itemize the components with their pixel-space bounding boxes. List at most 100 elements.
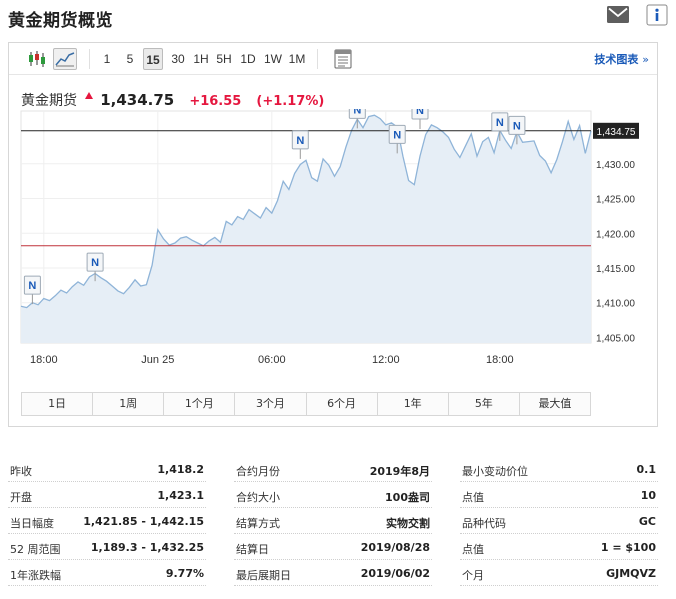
page-header: 黄金期货概览	[8, 4, 668, 31]
period-1d[interactable]: 1D	[238, 48, 258, 70]
stat-label: 合约大小	[236, 491, 280, 504]
y-tick-label: 1,410.00	[596, 299, 635, 310]
candlestick-icon[interactable]	[25, 48, 49, 70]
table-view-icon[interactable]	[331, 48, 355, 70]
stat-row: 合约大小 100盎司	[234, 482, 432, 508]
x-tick-label: 12:00	[372, 354, 400, 366]
stat-label: 点值	[462, 543, 484, 556]
range-6m[interactable]: 6个月	[306, 393, 378, 415]
period-1w[interactable]: 1W	[262, 48, 284, 70]
info-icon[interactable]	[646, 4, 668, 26]
stat-label: 昨收	[10, 465, 32, 478]
stat-value: 2019/08/28	[360, 541, 430, 554]
chart-panel: 1 5 15 30 1H 5H 1D 1W 1M 技术图表 » 黄金期货 1,4…	[8, 42, 658, 427]
stat-row: 当日幅度 1,421.85 - 1,442.15	[8, 508, 206, 534]
news-marker-label: N	[28, 280, 36, 292]
stat-row: 52 周范围 1,189.3 - 1,432.25	[8, 534, 206, 560]
range-3m[interactable]: 3个月	[235, 393, 307, 415]
stat-value: GJMQVZ	[606, 567, 656, 580]
stat-value: 实物交割	[386, 517, 430, 530]
period-1[interactable]: 1	[99, 48, 115, 70]
stat-row: 点值 10	[460, 482, 658, 508]
stat-row: 最后展期日 2019/06/02	[234, 560, 432, 586]
email-icon[interactable]	[606, 4, 630, 26]
y-tick-label: 1,430.00	[596, 160, 635, 171]
y-tick-label: 1,405.00	[596, 333, 635, 344]
range-max[interactable]: 最大值	[519, 393, 590, 415]
stat-label: 品种代码	[462, 517, 506, 530]
stat-label: 点值	[462, 491, 484, 504]
stat-value: 1,423.1	[157, 489, 204, 502]
price-change-percent: (+1.17%)	[256, 94, 325, 109]
news-marker-label: N	[296, 135, 304, 147]
stat-value: 100盎司	[385, 491, 430, 504]
price-chart[interactable]: 18:00 Jun 25 06:00 12:00 18:00 1,430.00 1,425.…	[9, 109, 657, 385]
range-1y[interactable]: 1年	[377, 393, 449, 415]
stat-row: 最小变动价位 0.1	[460, 456, 658, 482]
stat-label: 结算方式	[236, 517, 280, 530]
stat-label: 最小变动价位	[462, 465, 528, 478]
stat-value: GC	[638, 515, 656, 528]
quote-bar: 黄金期货 1,434.75 +16.55 (+1.17%)	[21, 85, 334, 109]
news-marker-label: N	[91, 257, 99, 269]
stat-value: 9.77%	[165, 567, 204, 580]
stat-value: 2019/06/02	[360, 567, 430, 580]
stat-row: 个月 GJMQVZ	[460, 560, 658, 586]
period-5h[interactable]: 5H	[214, 48, 234, 70]
stat-row: 点值 1 = $100	[460, 534, 658, 560]
stat-label: 个月	[462, 569, 484, 582]
period-1m[interactable]: 1M	[286, 48, 308, 70]
stat-label: 当日幅度	[10, 517, 54, 530]
technical-chart-link[interactable]: 技术图表 »	[594, 51, 649, 67]
current-price-tag-label: 1,434.75	[597, 127, 636, 138]
y-tick-label: 1,415.00	[596, 264, 635, 275]
stat-row: 开盘 1,423.1	[8, 482, 206, 508]
stat-label: 合约月份	[236, 465, 280, 478]
period-30[interactable]: 30	[167, 48, 189, 70]
x-tick-label: 18:00	[486, 354, 514, 366]
last-price: 1,434.75	[100, 91, 175, 109]
news-marker-label: N	[513, 120, 521, 132]
stat-row: 结算日 2019/08/28	[234, 534, 432, 560]
stat-row: 品种代码 GC	[460, 508, 658, 534]
y-tick-label: 1,425.00	[596, 195, 635, 206]
range-1w[interactable]: 1周	[93, 393, 165, 415]
range-5y[interactable]: 5年	[448, 393, 520, 415]
stats-column-3: 最小变动价位 0.1 点值 10 品种代码 GC 点值 1 = $100 个月 GJMQV…	[460, 456, 658, 586]
page-title: 黄金期货概览	[8, 11, 113, 31]
toolbar-divider	[317, 49, 318, 69]
chart-toolbar: 1 5 15 30 1H 5H 1D 1W 1M 技术图表 »	[9, 43, 657, 75]
stat-label: 开盘	[10, 491, 32, 504]
news-marker-label: N	[496, 117, 504, 129]
stat-value: 0.1	[636, 463, 657, 476]
stat-row: 1年涨跌幅 9.77%	[8, 560, 206, 586]
period-1h[interactable]: 1H	[191, 48, 211, 70]
x-tick-label: 18:00	[30, 354, 58, 366]
technical-chart-label: 技术图表	[594, 53, 639, 66]
stat-label: 1年涨跌幅	[10, 569, 61, 582]
x-tick-label: 06:00	[258, 354, 286, 366]
stat-label: 结算日	[236, 543, 269, 556]
stat-row: 昨收 1,418.2	[8, 456, 206, 482]
range-1d[interactable]: 1日	[22, 393, 94, 415]
stat-row: 合约月份 2019年8月	[234, 456, 432, 482]
stat-label: 最后展期日	[236, 569, 291, 582]
period-15[interactable]: 15	[143, 48, 163, 70]
range-1m[interactable]: 1个月	[164, 393, 236, 415]
stats-column-2: 合约月份 2019年8月 合约大小 100盎司 结算方式 实物交割 结算日 2019/0…	[234, 456, 432, 586]
news-marker-label: N	[393, 129, 401, 141]
period-5[interactable]: 5	[122, 48, 138, 70]
stat-label: 52 周范围	[10, 543, 61, 556]
stat-row: 结算方式 实物交割	[234, 508, 432, 534]
stat-value: 1,189.3 - 1,432.25	[90, 541, 204, 554]
up-arrow-icon	[85, 85, 94, 104]
stat-value: 2019年8月	[369, 465, 430, 478]
stats-column-1: 昨收 1,418.2 开盘 1,423.1 当日幅度 1,421.85 - 1,442…	[8, 456, 206, 586]
price-chart-svg: 18:00 Jun 25 06:00 12:00 18:00 1,430.00 1,425.…	[20, 109, 639, 366]
stat-value: 1,421.85 - 1,442.15	[83, 515, 204, 528]
area-chart-icon[interactable]	[53, 48, 77, 70]
toolbar-divider	[89, 49, 90, 69]
stat-value: 10	[640, 489, 656, 502]
instrument-name: 黄金期货	[21, 93, 77, 109]
x-tick-label: Jun 25	[141, 354, 174, 366]
